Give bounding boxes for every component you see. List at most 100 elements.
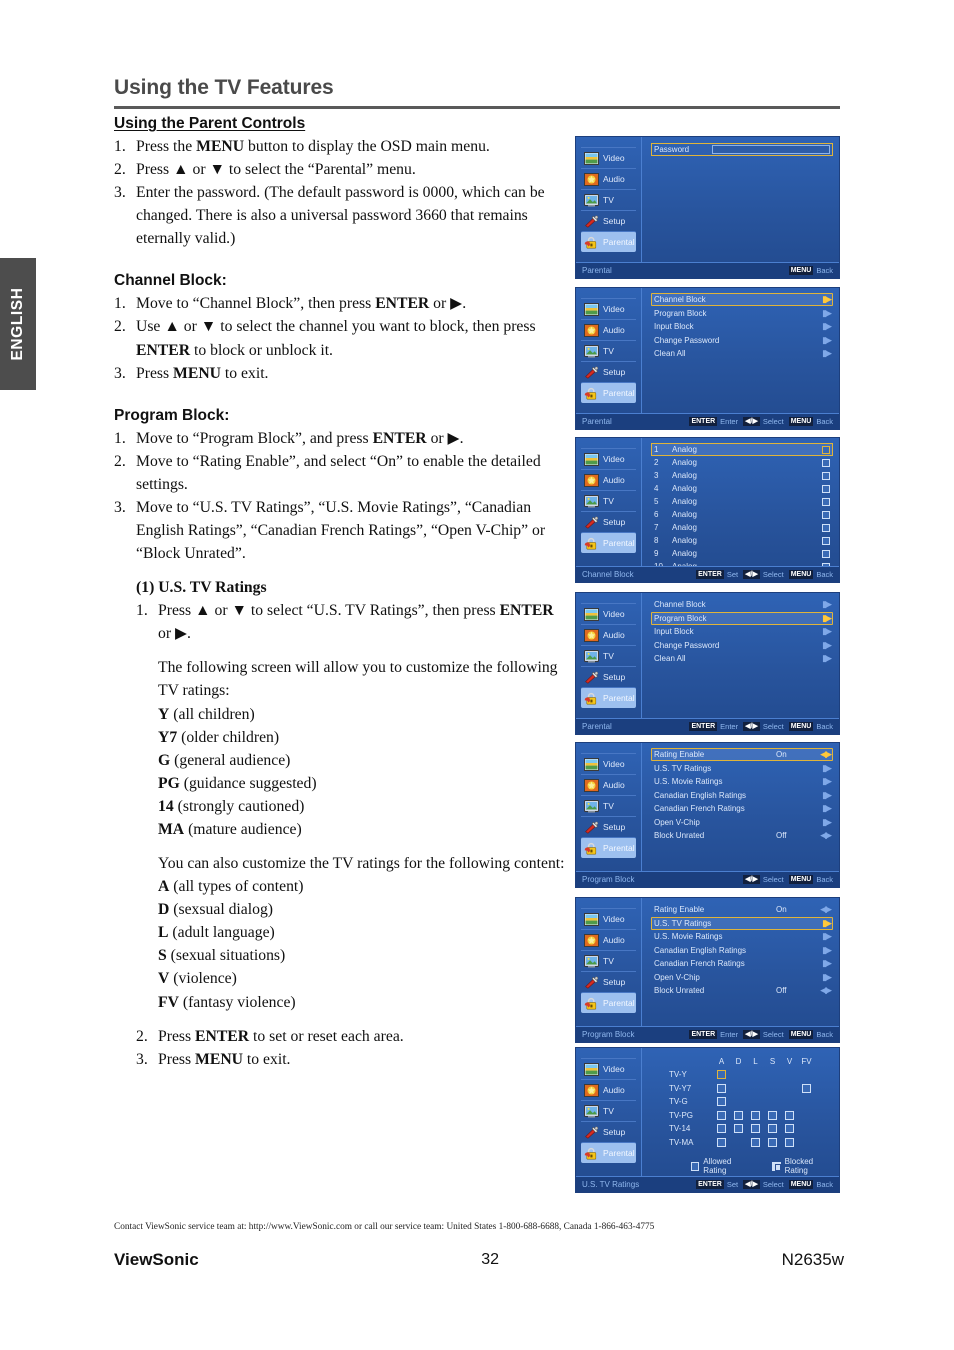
osd-channel-block-checkbox[interactable]: [822, 458, 830, 467]
osd-menu-row[interactable]: Change Password ▮▶: [651, 334, 833, 347]
osd-sidebar-item-setup[interactable]: Setup: [581, 511, 636, 532]
osd-matrix-cell[interactable]: [781, 1137, 798, 1147]
osd-channel-row[interactable]: 4 Analog: [651, 482, 833, 495]
osd-sidebar-item-video[interactable]: Video: [581, 1058, 636, 1079]
osd-matrix-cell[interactable]: [747, 1137, 764, 1147]
osd-matrix-cell[interactable]: [730, 1124, 747, 1134]
osd-sidebar-item-tv[interactable]: TV: [581, 795, 636, 816]
osd-rating-checkbox[interactable]: [717, 1110, 726, 1120]
osd-menu-row[interactable]: U.S. TV Ratings ▮▶: [651, 916, 833, 930]
osd-sidebar-item-audio[interactable]: Audio: [581, 168, 636, 189]
osd-matrix-cell[interactable]: [747, 1110, 764, 1120]
osd-sidebar-item-setup[interactable]: Setup: [581, 210, 636, 231]
osd-sidebar-item-tv[interactable]: TV: [581, 950, 636, 971]
osd-matrix-cell[interactable]: [764, 1137, 781, 1147]
osd-sidebar-item-audio[interactable]: Audio: [581, 469, 636, 490]
osd-matrix-cell[interactable]: [730, 1110, 747, 1120]
osd-channel-row[interactable]: 3 Analog: [651, 469, 833, 482]
osd-sidebar-item-parental[interactable]: Parental: [581, 231, 636, 252]
osd-sidebar-item-setup[interactable]: Setup: [581, 666, 636, 687]
osd-channel-block-checkbox[interactable]: [822, 497, 830, 506]
osd-menu-row[interactable]: Clean All ▮▶: [651, 652, 833, 665]
osd-matrix-cell[interactable]: [713, 1137, 730, 1147]
osd-rating-checkbox[interactable]: [717, 1124, 726, 1134]
osd-sidebar-item-tv[interactable]: TV: [581, 1100, 636, 1121]
osd-password-input[interactable]: [712, 145, 830, 154]
osd-channel-block-checkbox[interactable]: [822, 536, 830, 545]
osd-sidebar-item-parental[interactable]: Parental: [581, 687, 636, 708]
osd-sidebar-item-audio[interactable]: Audio: [581, 624, 636, 645]
osd-channel-block-checkbox[interactable]: [822, 523, 830, 532]
osd-sidebar-item-audio[interactable]: Audio: [581, 774, 636, 795]
osd-sidebar-item-audio[interactable]: Audio: [581, 929, 636, 950]
osd-channel-row[interactable]: 1 Analog: [651, 443, 833, 456]
osd-sidebar-item-video[interactable]: Video: [581, 908, 636, 929]
osd-menu-row[interactable]: Change Password ▮▶: [651, 639, 833, 652]
osd-rating-checkbox[interactable]: [785, 1124, 794, 1134]
osd-rating-checkbox[interactable]: [717, 1097, 726, 1107]
osd-channel-block-checkbox[interactable]: [822, 445, 830, 454]
osd-menu-row[interactable]: Canadian French Ratings ▮▶: [651, 957, 833, 970]
osd-sidebar-item-tv[interactable]: TV: [581, 490, 636, 511]
osd-sidebar-item-tv[interactable]: TV: [581, 189, 636, 210]
osd-sidebar-item-video[interactable]: Video: [581, 147, 636, 168]
osd-sidebar-item-video[interactable]: Video: [581, 603, 636, 624]
osd-menu-row[interactable]: Rating Enable On ◀▶: [651, 748, 833, 761]
osd-rating-checkbox[interactable]: [751, 1137, 760, 1147]
osd-channel-row[interactable]: 7 Analog: [651, 521, 833, 534]
osd-channel-block-checkbox[interactable]: [822, 549, 830, 558]
osd-sidebar-item-setup[interactable]: Setup: [581, 971, 636, 992]
osd-channel-row[interactable]: 2 Analog: [651, 456, 833, 469]
osd-menu-row[interactable]: Canadian French Ratings ▮▶: [651, 802, 833, 815]
osd-menu-row[interactable]: Clean All ▮▶: [651, 347, 833, 360]
osd-menu-row[interactable]: Rating Enable On ◀▶: [651, 903, 833, 916]
osd-sidebar-item-parental[interactable]: Parental: [581, 992, 636, 1013]
osd-menu-row[interactable]: Block Unrated Off ◀▶: [651, 984, 833, 997]
osd-rating-checkbox[interactable]: [802, 1083, 811, 1093]
osd-rating-checkbox[interactable]: [751, 1124, 760, 1134]
osd-matrix-cell[interactable]: [713, 1110, 730, 1120]
osd-rating-checkbox[interactable]: [768, 1124, 777, 1134]
osd-sidebar-item-setup[interactable]: Setup: [581, 816, 636, 837]
osd-sidebar-item-tv[interactable]: TV: [581, 340, 636, 361]
osd-sidebar-item-setup[interactable]: Setup: [581, 1121, 636, 1142]
osd-menu-row[interactable]: Open V-Chip ▮▶: [651, 971, 833, 984]
osd-matrix-cell[interactable]: [747, 1124, 764, 1134]
osd-channel-row[interactable]: 8 Analog: [651, 534, 833, 547]
osd-sidebar-item-audio[interactable]: Audio: [581, 319, 636, 340]
osd-sidebar-item-parental[interactable]: Parental: [581, 532, 636, 553]
osd-rating-checkbox[interactable]: [768, 1110, 777, 1120]
osd-sidebar-item-setup[interactable]: Setup: [581, 361, 636, 382]
osd-matrix-cell[interactable]: [764, 1124, 781, 1134]
osd-channel-block-checkbox[interactable]: [822, 471, 830, 480]
osd-rating-checkbox[interactable]: [751, 1110, 760, 1120]
osd-matrix-cell[interactable]: [781, 1110, 798, 1120]
osd-rating-checkbox[interactable]: [734, 1124, 743, 1134]
osd-channel-block-checkbox[interactable]: [822, 510, 830, 519]
osd-rating-checkbox[interactable]: [717, 1070, 726, 1080]
osd-sidebar-item-video[interactable]: Video: [581, 753, 636, 774]
osd-menu-row[interactable]: Canadian English Ratings ▮▶: [651, 944, 833, 957]
osd-matrix-cell[interactable]: [764, 1110, 781, 1120]
osd-matrix-cell[interactable]: [798, 1083, 815, 1093]
osd-menu-row[interactable]: Open V-Chip ▮▶: [651, 816, 833, 829]
osd-menu-row[interactable]: U.S. Movie Ratings ▮▶: [651, 930, 833, 943]
osd-password-row[interactable]: Password: [651, 143, 833, 156]
osd-rating-checkbox[interactable]: [717, 1083, 726, 1093]
osd-sidebar-item-parental[interactable]: Parental: [581, 837, 636, 858]
osd-rating-checkbox[interactable]: [734, 1110, 743, 1120]
osd-matrix-cell[interactable]: [713, 1070, 730, 1080]
osd-menu-row[interactable]: Block Unrated Off ◀▶: [651, 829, 833, 842]
osd-rating-checkbox[interactable]: [785, 1110, 794, 1120]
osd-channel-row[interactable]: 5 Analog: [651, 495, 833, 508]
osd-sidebar-item-parental[interactable]: Parental: [581, 382, 636, 403]
osd-rating-checkbox[interactable]: [785, 1137, 794, 1147]
osd-rating-checkbox[interactable]: [717, 1137, 726, 1147]
osd-matrix-cell[interactable]: [713, 1083, 730, 1093]
osd-rating-checkbox[interactable]: [768, 1137, 777, 1147]
osd-menu-row[interactable]: Program Block ▮▶: [651, 307, 833, 320]
osd-sidebar-item-tv[interactable]: TV: [581, 645, 636, 666]
osd-menu-row[interactable]: Canadian English Ratings ▮▶: [651, 789, 833, 802]
osd-channel-row[interactable]: 6 Analog: [651, 508, 833, 521]
osd-menu-row[interactable]: Input Block ▮▶: [651, 320, 833, 333]
